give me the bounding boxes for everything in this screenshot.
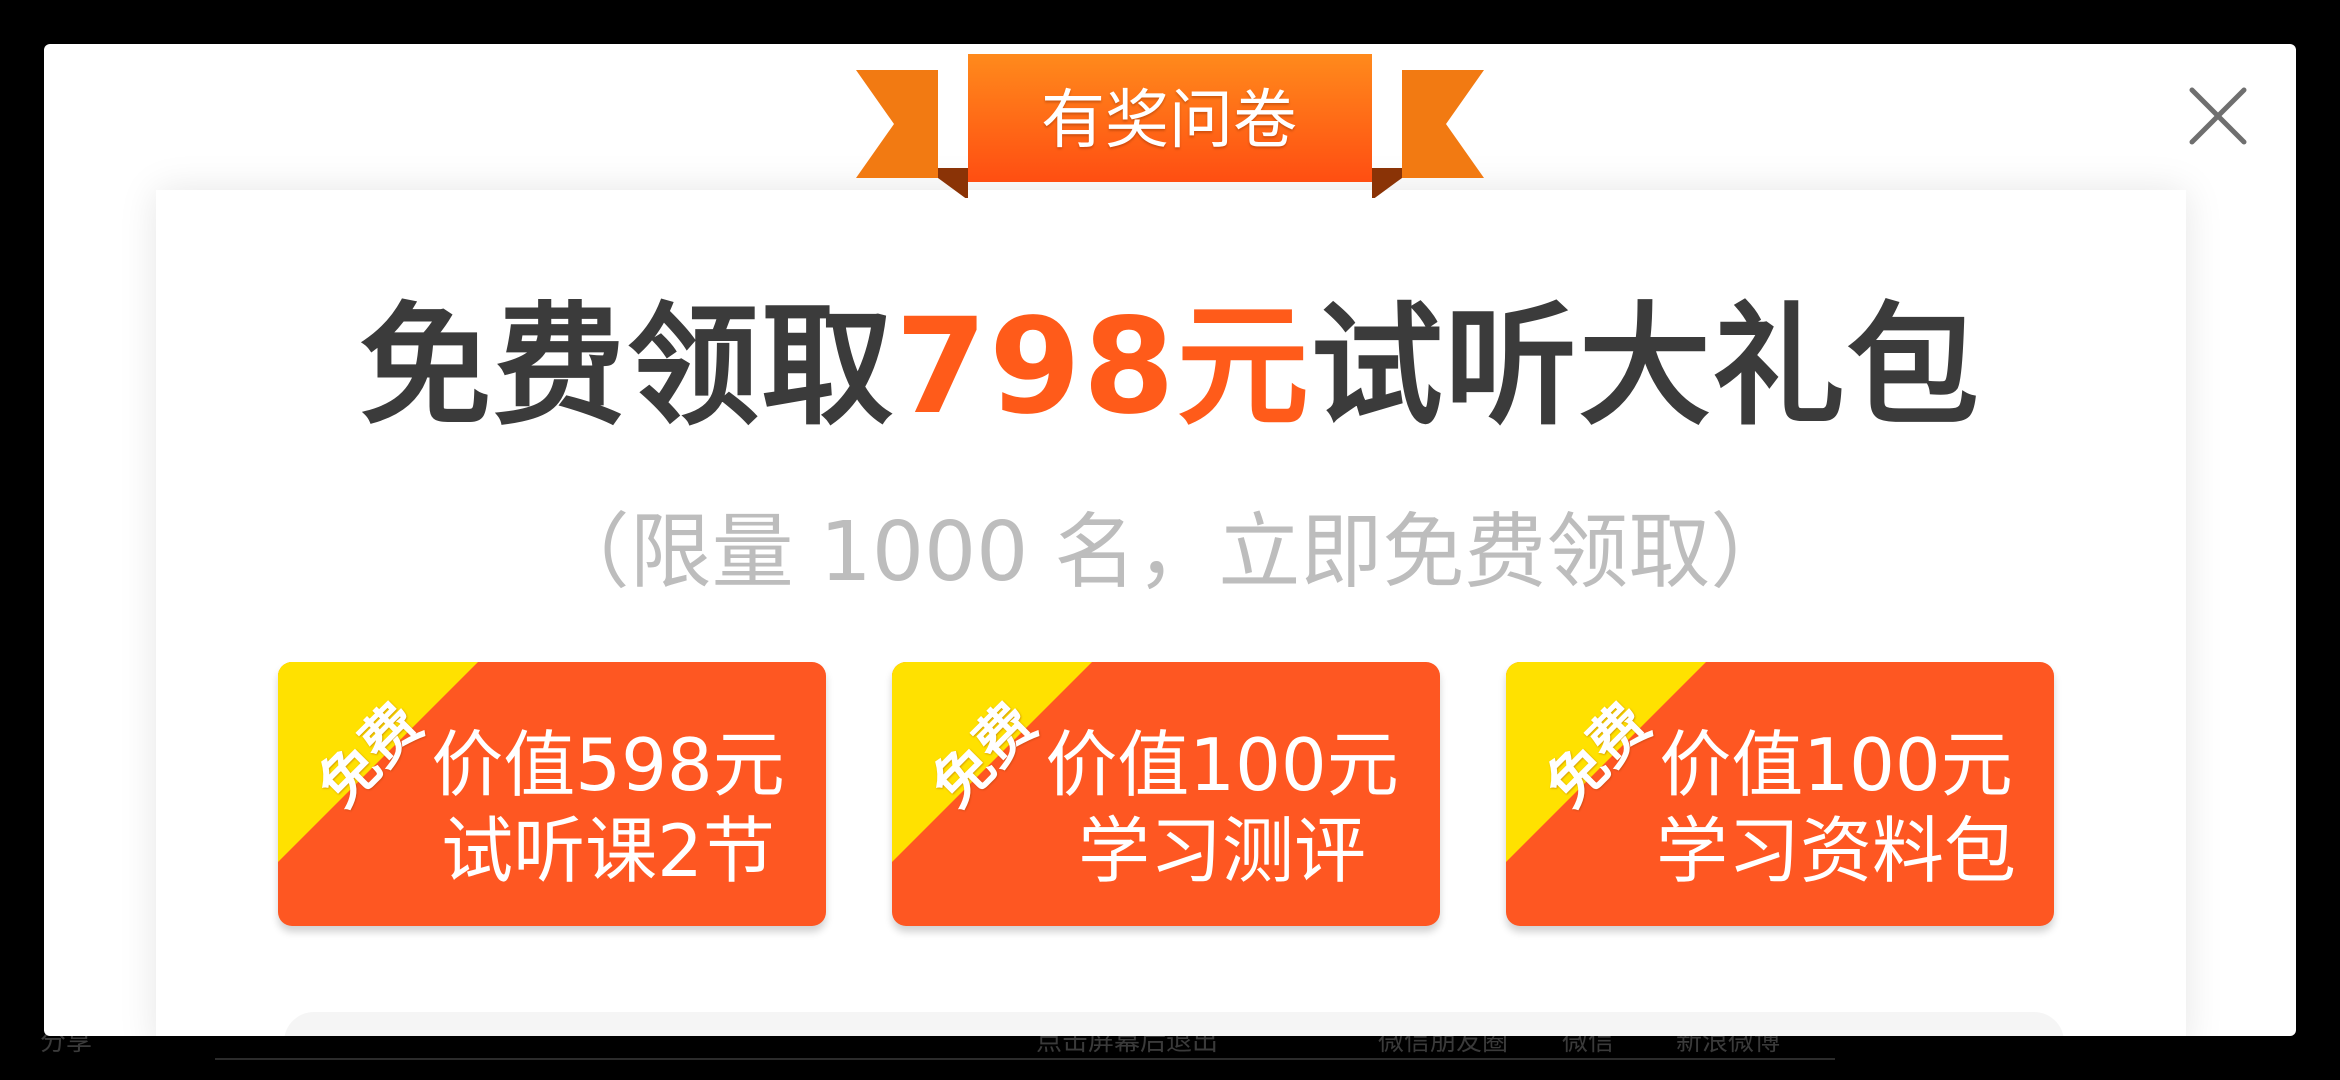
- card-item: 学习测评: [1077, 809, 1366, 893]
- headline: 免费领取798元试听大礼包: [44, 282, 2296, 452]
- title-ribbon: 有奖问卷: [856, 50, 1484, 198]
- card-value: 价值100元: [1659, 723, 2013, 807]
- close-icon: [2189, 87, 2247, 145]
- gift-card-assessment[interactable]: 免费 价值100元 学习测评: [892, 662, 1440, 926]
- card-item: 试听课2节: [441, 809, 775, 893]
- card-value: 价值598元: [431, 723, 785, 807]
- close-button[interactable]: [2186, 84, 2250, 148]
- gift-card-trial-lessons[interactable]: 免费 价值598元 试听课2节: [278, 662, 826, 926]
- card-item: 学习资料包: [1655, 809, 2016, 893]
- survey-popup: 有奖问卷 免费领取798元试听大礼包 （限量 1000 名，立即免费领取） 免费…: [44, 44, 2296, 1036]
- card-value: 价值100元: [1045, 723, 1399, 807]
- limit-note: （限量 1000 名，立即免费领取）: [547, 505, 1793, 600]
- next-section-edge: [284, 1012, 2064, 1036]
- gift-card-materials[interactable]: 免费 价值100元 学习资料包: [1506, 662, 2054, 926]
- share-bar-divider: [215, 1058, 1835, 1060]
- headline-suffix: 试听大礼包: [1310, 290, 1981, 444]
- headline-price: 798元: [895, 290, 1311, 444]
- headline-prefix: 免费领取: [359, 290, 896, 444]
- ribbon-title: 有奖问卷: [1041, 84, 1297, 158]
